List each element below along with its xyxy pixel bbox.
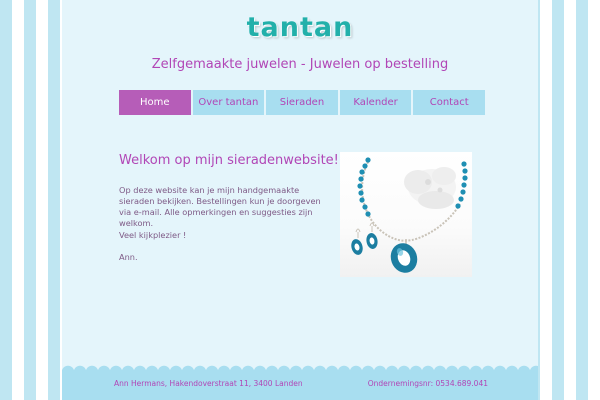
oval-pendant bbox=[390, 239, 418, 273]
signature: Ann. bbox=[119, 252, 138, 262]
jewelry-photo bbox=[340, 152, 472, 277]
welcome-heading: Welkom op mijn sieradenwebsite! bbox=[119, 153, 339, 168]
necklace-illustration bbox=[351, 157, 468, 273]
nav-item-sieraden[interactable]: Sieraden bbox=[266, 90, 338, 115]
coral-stone-shape bbox=[404, 167, 456, 209]
site-logo[interactable]: tantan bbox=[62, 12, 538, 43]
nav-item-kalender[interactable]: Kalender bbox=[339, 90, 412, 115]
footer: Ann Hermans, Hakendoverstraat 11, 3400 L… bbox=[62, 370, 538, 400]
nav-item-over-tantan[interactable]: Over tantan bbox=[192, 90, 265, 115]
intro-paragraph: Op deze website kan je mijn handgemaakte… bbox=[119, 185, 321, 228]
nav-item-home[interactable]: Home bbox=[119, 90, 191, 115]
page-container: tantan Zelfgemaakte juwelen - Juwelen op… bbox=[62, 0, 538, 400]
earrings bbox=[351, 222, 378, 255]
footer-address: Ann Hermans, Hakendoverstraat 11, 3400 L… bbox=[114, 379, 303, 388]
main-nav: Home Over tantan Sieraden Kalender Conta… bbox=[119, 90, 485, 115]
nav-item-contact[interactable]: Contact bbox=[413, 90, 485, 115]
closing-line: Veel kijkplezier ! bbox=[119, 230, 187, 240]
footer-company-number: Ondernemingsnr: 0534.689.041 bbox=[367, 379, 488, 388]
site-tagline: Zelfgemaakte juwelen - Juwelen op bestel… bbox=[151, 57, 449, 72]
